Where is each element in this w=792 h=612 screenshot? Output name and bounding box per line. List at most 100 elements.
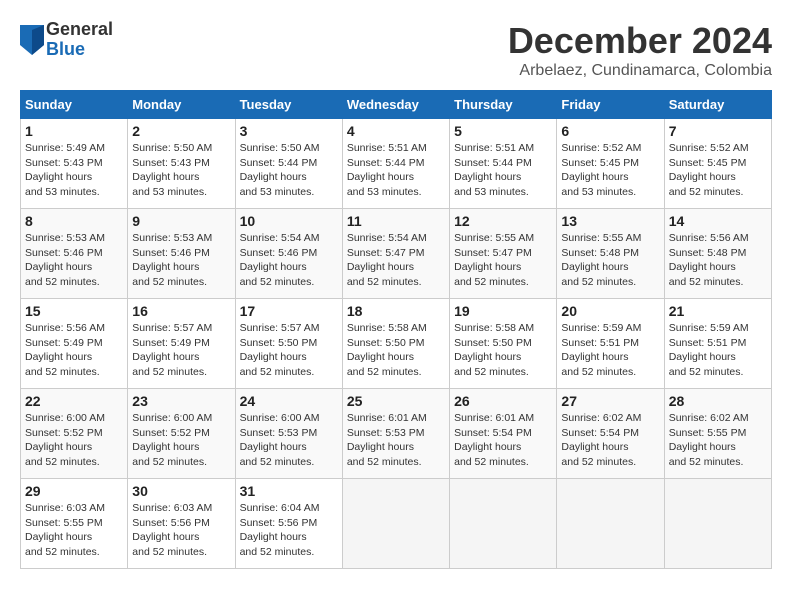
calendar-cell: 26 Sunrise: 6:01 AMSunset: 5:54 PMDaylig… xyxy=(450,389,557,479)
day-info: Sunrise: 5:58 AMSunset: 5:50 PMDaylight … xyxy=(347,322,427,378)
day-info: Sunrise: 5:52 AMSunset: 5:45 PMDaylight … xyxy=(669,142,749,198)
day-number: 5 xyxy=(454,123,552,139)
day-number: 1 xyxy=(25,123,123,139)
day-info: Sunrise: 5:50 AMSunset: 5:43 PMDaylight … xyxy=(132,142,212,198)
calendar-cell: 25 Sunrise: 6:01 AMSunset: 5:53 PMDaylig… xyxy=(342,389,449,479)
calendar-table: Sunday Monday Tuesday Wednesday Thursday… xyxy=(20,90,772,569)
calendar-cell: 23 Sunrise: 6:00 AMSunset: 5:52 PMDaylig… xyxy=(128,389,235,479)
day-number: 11 xyxy=(347,213,445,229)
day-info: Sunrise: 5:54 AMSunset: 5:46 PMDaylight … xyxy=(240,232,320,288)
calendar-cell: 14 Sunrise: 5:56 AMSunset: 5:48 PMDaylig… xyxy=(664,209,771,299)
day-info: Sunrise: 6:01 AMSunset: 5:53 PMDaylight … xyxy=(347,412,427,468)
header-sunday: Sunday xyxy=(21,91,128,119)
calendar-cell: 17 Sunrise: 5:57 AMSunset: 5:50 PMDaylig… xyxy=(235,299,342,389)
calendar-cell: 13 Sunrise: 5:55 AMSunset: 5:48 PMDaylig… xyxy=(557,209,664,299)
logo-text: General Blue xyxy=(46,20,113,60)
month-title: December 2024 xyxy=(508,20,772,62)
day-number: 22 xyxy=(25,393,123,409)
day-number: 10 xyxy=(240,213,338,229)
calendar-body: 1 Sunrise: 5:49 AMSunset: 5:43 PMDayligh… xyxy=(21,119,772,569)
page-header: General Blue December 2024 Arbelaez, Cun… xyxy=(20,20,772,80)
day-number: 12 xyxy=(454,213,552,229)
day-info: Sunrise: 6:02 AMSunset: 5:55 PMDaylight … xyxy=(669,412,749,468)
day-info: Sunrise: 6:03 AMSunset: 5:56 PMDaylight … xyxy=(132,502,212,558)
day-number: 4 xyxy=(347,123,445,139)
day-number: 8 xyxy=(25,213,123,229)
day-number: 24 xyxy=(240,393,338,409)
calendar-week-5: 29 Sunrise: 6:03 AMSunset: 5:55 PMDaylig… xyxy=(21,479,772,569)
calendar-cell xyxy=(664,479,771,569)
day-info: Sunrise: 6:04 AMSunset: 5:56 PMDaylight … xyxy=(240,502,320,558)
calendar-cell xyxy=(342,479,449,569)
day-info: Sunrise: 5:51 AMSunset: 5:44 PMDaylight … xyxy=(347,142,427,198)
calendar-cell: 15 Sunrise: 5:56 AMSunset: 5:49 PMDaylig… xyxy=(21,299,128,389)
header-monday: Monday xyxy=(128,91,235,119)
calendar-cell: 30 Sunrise: 6:03 AMSunset: 5:56 PMDaylig… xyxy=(128,479,235,569)
day-number: 15 xyxy=(25,303,123,319)
header-saturday: Saturday xyxy=(664,91,771,119)
title-area: December 2024 Arbelaez, Cundinamarca, Co… xyxy=(508,20,772,80)
day-info: Sunrise: 5:50 AMSunset: 5:44 PMDaylight … xyxy=(240,142,320,198)
calendar-header: Sunday Monday Tuesday Wednesday Thursday… xyxy=(21,91,772,119)
logo-icon xyxy=(20,25,44,55)
day-info: Sunrise: 6:02 AMSunset: 5:54 PMDaylight … xyxy=(561,412,641,468)
calendar-week-2: 8 Sunrise: 5:53 AMSunset: 5:46 PMDayligh… xyxy=(21,209,772,299)
calendar-cell: 21 Sunrise: 5:59 AMSunset: 5:51 PMDaylig… xyxy=(664,299,771,389)
day-number: 29 xyxy=(25,483,123,499)
day-number: 20 xyxy=(561,303,659,319)
calendar-cell: 12 Sunrise: 5:55 AMSunset: 5:47 PMDaylig… xyxy=(450,209,557,299)
day-info: Sunrise: 5:56 AMSunset: 5:49 PMDaylight … xyxy=(25,322,105,378)
header-thursday: Thursday xyxy=(450,91,557,119)
logo-general: General xyxy=(46,20,113,40)
calendar-cell: 31 Sunrise: 6:04 AMSunset: 5:56 PMDaylig… xyxy=(235,479,342,569)
day-number: 31 xyxy=(240,483,338,499)
day-number: 23 xyxy=(132,393,230,409)
day-number: 9 xyxy=(132,213,230,229)
calendar-cell: 28 Sunrise: 6:02 AMSunset: 5:55 PMDaylig… xyxy=(664,389,771,479)
logo: General Blue xyxy=(20,20,113,60)
day-info: Sunrise: 6:00 AMSunset: 5:52 PMDaylight … xyxy=(132,412,212,468)
calendar-cell: 16 Sunrise: 5:57 AMSunset: 5:49 PMDaylig… xyxy=(128,299,235,389)
day-info: Sunrise: 5:55 AMSunset: 5:48 PMDaylight … xyxy=(561,232,641,288)
header-wednesday: Wednesday xyxy=(342,91,449,119)
day-info: Sunrise: 5:59 AMSunset: 5:51 PMDaylight … xyxy=(669,322,749,378)
day-info: Sunrise: 5:57 AMSunset: 5:49 PMDaylight … xyxy=(132,322,212,378)
calendar-cell: 11 Sunrise: 5:54 AMSunset: 5:47 PMDaylig… xyxy=(342,209,449,299)
calendar-week-3: 15 Sunrise: 5:56 AMSunset: 5:49 PMDaylig… xyxy=(21,299,772,389)
calendar-cell: 6 Sunrise: 5:52 AMSunset: 5:45 PMDayligh… xyxy=(557,119,664,209)
calendar-cell: 4 Sunrise: 5:51 AMSunset: 5:44 PMDayligh… xyxy=(342,119,449,209)
day-number: 28 xyxy=(669,393,767,409)
day-info: Sunrise: 5:52 AMSunset: 5:45 PMDaylight … xyxy=(561,142,641,198)
day-number: 16 xyxy=(132,303,230,319)
day-number: 19 xyxy=(454,303,552,319)
day-number: 18 xyxy=(347,303,445,319)
calendar-cell: 2 Sunrise: 5:50 AMSunset: 5:43 PMDayligh… xyxy=(128,119,235,209)
day-number: 14 xyxy=(669,213,767,229)
calendar-cell: 5 Sunrise: 5:51 AMSunset: 5:44 PMDayligh… xyxy=(450,119,557,209)
day-info: Sunrise: 5:53 AMSunset: 5:46 PMDaylight … xyxy=(132,232,212,288)
day-number: 25 xyxy=(347,393,445,409)
day-info: Sunrise: 5:55 AMSunset: 5:47 PMDaylight … xyxy=(454,232,534,288)
location-title: Arbelaez, Cundinamarca, Colombia xyxy=(508,62,772,80)
day-info: Sunrise: 6:01 AMSunset: 5:54 PMDaylight … xyxy=(454,412,534,468)
day-info: Sunrise: 5:49 AMSunset: 5:43 PMDaylight … xyxy=(25,142,105,198)
header-row: Sunday Monday Tuesday Wednesday Thursday… xyxy=(21,91,772,119)
day-info: Sunrise: 6:00 AMSunset: 5:52 PMDaylight … xyxy=(25,412,105,468)
day-number: 27 xyxy=(561,393,659,409)
header-friday: Friday xyxy=(557,91,664,119)
day-number: 13 xyxy=(561,213,659,229)
day-number: 7 xyxy=(669,123,767,139)
calendar-cell: 19 Sunrise: 5:58 AMSunset: 5:50 PMDaylig… xyxy=(450,299,557,389)
calendar-cell: 29 Sunrise: 6:03 AMSunset: 5:55 PMDaylig… xyxy=(21,479,128,569)
day-info: Sunrise: 5:57 AMSunset: 5:50 PMDaylight … xyxy=(240,322,320,378)
day-info: Sunrise: 6:03 AMSunset: 5:55 PMDaylight … xyxy=(25,502,105,558)
calendar-cell: 27 Sunrise: 6:02 AMSunset: 5:54 PMDaylig… xyxy=(557,389,664,479)
day-info: Sunrise: 5:59 AMSunset: 5:51 PMDaylight … xyxy=(561,322,641,378)
calendar-cell: 1 Sunrise: 5:49 AMSunset: 5:43 PMDayligh… xyxy=(21,119,128,209)
calendar-cell xyxy=(557,479,664,569)
calendar-cell: 8 Sunrise: 5:53 AMSunset: 5:46 PMDayligh… xyxy=(21,209,128,299)
day-number: 17 xyxy=(240,303,338,319)
day-number: 30 xyxy=(132,483,230,499)
calendar-cell: 22 Sunrise: 6:00 AMSunset: 5:52 PMDaylig… xyxy=(21,389,128,479)
calendar-week-4: 22 Sunrise: 6:00 AMSunset: 5:52 PMDaylig… xyxy=(21,389,772,479)
